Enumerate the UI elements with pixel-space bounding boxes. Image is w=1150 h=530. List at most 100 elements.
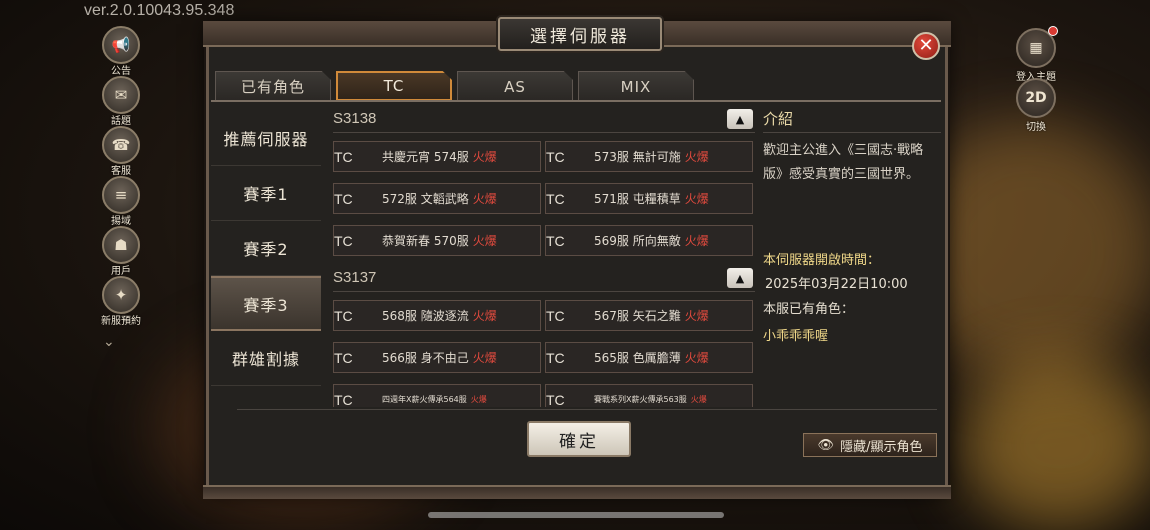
server-name: 566服 身不由己 bbox=[382, 351, 469, 365]
server-entry[interactable]: TC 568服 隨波逐流 火爆 bbox=[333, 300, 541, 331]
confirm-button[interactable]: 確定 bbox=[527, 421, 631, 457]
dialog-title: 選擇伺服器 bbox=[498, 17, 662, 51]
tabs-divider bbox=[211, 100, 941, 102]
server-status: 火爆 bbox=[690, 395, 707, 404]
eye-icon: 👁 bbox=[817, 437, 835, 453]
chat-icon: ✉ bbox=[102, 76, 140, 114]
server-entry[interactable]: TC 四週年X薪火傳承564服 火爆 bbox=[333, 384, 541, 407]
chevron-down-icon[interactable]: ⌄ bbox=[103, 334, 119, 350]
server-status: 火爆 bbox=[472, 150, 497, 164]
server-name: 571服 屯糧積草 bbox=[594, 192, 681, 206]
background-glow bbox=[960, 360, 1150, 530]
server-region: TC bbox=[546, 307, 565, 324]
server-region: TC bbox=[334, 307, 353, 324]
server-grid: TC 568服 隨波逐流 火爆 TC 567服 矢石之難 火爆 TC 566服 身不由己火… bbox=[333, 292, 755, 407]
horn-icon: 📢 bbox=[102, 26, 140, 64]
close-button[interactable]: ✕ bbox=[912, 32, 940, 60]
triangle-up-icon: ▲ bbox=[735, 271, 745, 285]
server-entry[interactable]: TC 572服 文韜武略 火爆 bbox=[333, 183, 541, 214]
menu-item-season-1[interactable]: 賽季1 bbox=[211, 166, 321, 221]
toggle-characters-label: 隱藏/顯示角色 bbox=[840, 439, 923, 455]
server-status: 火爆 bbox=[684, 150, 709, 164]
dialog-bottom-frame bbox=[203, 485, 951, 499]
server-name: 567服 矢石之難 bbox=[594, 309, 681, 323]
open-time-value: 2025年03月22日10:00 bbox=[765, 277, 908, 292]
info-intro: 歡迎主公進入《三國志·戰略版》感受真實的三國世界。 bbox=[763, 143, 924, 182]
server-name: 賽戰系列X薪火傳承563服 bbox=[594, 395, 687, 404]
menu-item-season-3[interactable]: 賽季3 bbox=[211, 276, 321, 331]
server-name: 共慶元宵 574服 bbox=[382, 150, 469, 164]
menu-item-season-2[interactable]: 賽季2 bbox=[211, 221, 321, 276]
server-entry[interactable]: TC 恭賀新春 570服 火爆 bbox=[333, 225, 541, 256]
tab-existing-characters[interactable]: 已有角色 bbox=[215, 71, 331, 101]
server-name: 568服 隨波逐流 bbox=[382, 309, 469, 323]
info-heading: 介紹 bbox=[763, 105, 941, 133]
server-region: TC bbox=[546, 349, 565, 366]
reserve-label: 新服預約 bbox=[101, 316, 141, 327]
server-name: 572服 文韜武略 bbox=[382, 192, 469, 206]
version-label: ver.2.0.10043.95.348 bbox=[84, 2, 235, 19]
server-entry[interactable]: TC 共慶元宵 574服 火爆 bbox=[333, 141, 541, 172]
notification-dot bbox=[1048, 26, 1058, 36]
server-status: 火爆 bbox=[472, 192, 497, 206]
server-entry[interactable]: TC 566服 身不由己 火爆 bbox=[333, 342, 541, 373]
banner-label: 揚域 bbox=[111, 216, 131, 227]
login-theme-button[interactable]: ▦ 登入主題 bbox=[1014, 26, 1058, 83]
support-button[interactable]: ☎ 客服 bbox=[100, 126, 142, 177]
reserve-button[interactable]: ✦ 新服預約 bbox=[100, 276, 142, 327]
user-button[interactable]: ☗ 用戶 bbox=[100, 226, 142, 277]
switch-2d-button[interactable]: 2D 切換 bbox=[1014, 78, 1058, 133]
server-status: 火爆 bbox=[684, 309, 709, 323]
tab-mix[interactable]: MIX bbox=[578, 71, 694, 101]
bottom-divider bbox=[237, 409, 937, 410]
server-status: 火爆 bbox=[684, 234, 709, 248]
menu-item-warlords[interactable]: 群雄割據 bbox=[211, 331, 321, 386]
menu-item-recommended[interactable]: 推薦伺服器 bbox=[211, 111, 321, 166]
server-grid: TC 共慶元宵 574服 火爆 TC 573服 無計可施 火爆 TC 572服 文韜武略火… bbox=[333, 133, 755, 264]
server-region: TC bbox=[334, 349, 353, 366]
home-indicator[interactable] bbox=[428, 512, 724, 518]
server-region: TC bbox=[546, 232, 565, 249]
server-name: 恭賀新春 570服 bbox=[382, 234, 469, 248]
support-label: 客服 bbox=[111, 166, 131, 177]
server-name: 573服 無計可施 bbox=[594, 150, 681, 164]
toggle-characters-button[interactable]: 👁 隱藏/顯示角色 bbox=[803, 433, 937, 457]
server-status: 火爆 bbox=[472, 234, 497, 248]
collapse-button[interactable]: ▲ bbox=[727, 109, 753, 129]
server-status: 火爆 bbox=[472, 309, 497, 323]
server-select-dialog: 選擇伺服器 ✕ 已有角色 TC AS MIX 推薦伺服器 賽季1 賽季2 賽季3… bbox=[203, 17, 951, 499]
tab-tc[interactable]: TC bbox=[336, 71, 452, 101]
server-status: 火爆 bbox=[470, 395, 487, 404]
season-menu: 推薦伺服器 賽季1 賽季2 賽季3 群雄割據 bbox=[211, 111, 321, 386]
server-entry[interactable]: TC 567服 矢石之難 火爆 bbox=[545, 300, 753, 331]
banner-button[interactable]: ≡ 揚域 bbox=[100, 176, 142, 227]
user-label: 用戶 bbox=[111, 266, 131, 277]
server-region: TC bbox=[546, 391, 565, 408]
triangle-up-icon: ▲ bbox=[735, 112, 745, 126]
server-entry[interactable]: TC 565服 色厲膽薄 火爆 bbox=[545, 342, 753, 373]
open-time-label: 本伺服器開啟時間： bbox=[763, 253, 881, 268]
server-name: 569服 所向無敵 bbox=[594, 234, 681, 248]
server-region: TC bbox=[334, 391, 353, 408]
server-list[interactable]: S3138 ▲ TC 共慶元宵 574服 火爆 TC 573服 無計可施 火爆 TC 57… bbox=[333, 105, 755, 407]
server-status: 火爆 bbox=[684, 351, 709, 365]
server-entry[interactable]: TC 賽戰系列X薪火傳承563服 火爆 bbox=[545, 384, 753, 407]
reserve-icon: ✦ bbox=[102, 276, 140, 314]
close-icon: ✕ bbox=[918, 35, 934, 56]
server-entry[interactable]: TC 571服 屯糧積草 火爆 bbox=[545, 183, 753, 214]
section-header: S3138 ▲ bbox=[333, 105, 755, 133]
topic-button[interactable]: ✉ 話題 bbox=[100, 76, 142, 127]
collapse-button[interactable]: ▲ bbox=[727, 268, 753, 288]
tab-as[interactable]: AS bbox=[457, 71, 573, 101]
server-entry[interactable]: TC 569服 所向無敵 火爆 bbox=[545, 225, 753, 256]
server-region: TC bbox=[546, 148, 565, 165]
server-entry[interactable]: TC 573服 無計可施 火爆 bbox=[545, 141, 753, 172]
section-title: S3138 bbox=[333, 110, 377, 127]
server-region: TC bbox=[334, 190, 353, 207]
announcement-button[interactable]: 📢 公告 bbox=[100, 26, 142, 77]
support-icon: ☎ bbox=[102, 126, 140, 164]
section-title: S3137 bbox=[333, 269, 377, 286]
server-status: 火爆 bbox=[684, 192, 709, 206]
banner-icon: ≡ bbox=[102, 176, 140, 214]
topic-label: 話題 bbox=[111, 116, 131, 127]
